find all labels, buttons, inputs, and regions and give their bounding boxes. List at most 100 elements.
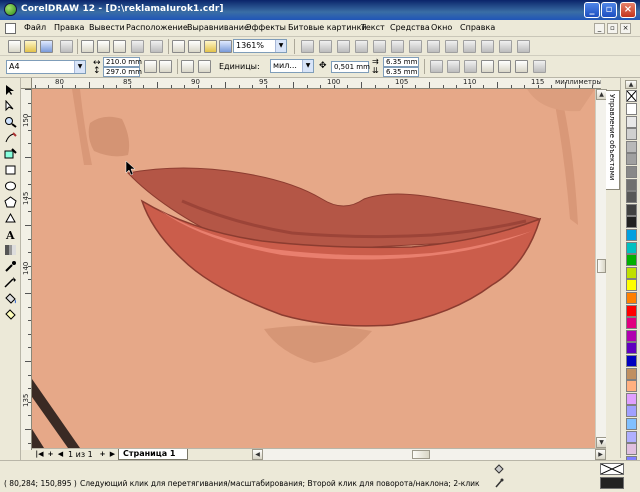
color-swatch[interactable] xyxy=(626,405,637,418)
no-fill-swatch[interactable] xyxy=(626,90,637,102)
options-icon[interactable] xyxy=(533,60,546,73)
page-height-field[interactable]: 297.0 mm xyxy=(103,67,142,77)
snap-guides-icon[interactable] xyxy=(319,40,332,53)
all-pages-icon[interactable] xyxy=(181,60,194,73)
nudge-field[interactable]: 0,501 mm xyxy=(331,61,370,73)
object-manager-docker-tab[interactable]: Управление объектами xyxy=(606,90,620,190)
color-swatch[interactable] xyxy=(626,178,637,191)
drawing-canvas[interactable] xyxy=(32,89,595,448)
fill-status-icon[interactable] xyxy=(494,464,504,474)
palette-scroll-up-button[interactable]: ▲ xyxy=(625,80,637,89)
copy-icon[interactable] xyxy=(97,40,110,53)
doc-restore-button[interactable]: ▫ xyxy=(607,23,618,34)
distribute-icon[interactable] xyxy=(481,40,494,53)
vertical-scrollbar[interactable]: ▲ ▼ xyxy=(595,89,607,448)
current-page-icon[interactable] xyxy=(198,60,211,73)
smart-fill-icon[interactable] xyxy=(4,148,17,160)
page-width-field[interactable]: 210.0 mm xyxy=(103,57,142,67)
minimize-button[interactable]: _ xyxy=(584,2,600,18)
color-swatch[interactable] xyxy=(626,355,637,367)
align-right-icon[interactable] xyxy=(409,40,422,53)
outline-status-icon[interactable] xyxy=(494,478,504,488)
horizontal-scroll-thumb[interactable] xyxy=(412,450,430,459)
chevron-down-icon[interactable]: ▼ xyxy=(302,60,313,72)
horizontal-scrollbar[interactable]: ◀ ▶ xyxy=(252,448,606,460)
paper-size-combo[interactable]: A4 ▼ xyxy=(6,60,86,74)
lips-illustration[interactable] xyxy=(32,89,595,448)
rectangle-tool-icon[interactable] xyxy=(4,164,17,176)
color-swatch[interactable] xyxy=(626,329,637,342)
align-left-icon[interactable] xyxy=(373,40,386,53)
next-page-button[interactable]: ▶ xyxy=(108,450,117,459)
undo-icon[interactable] xyxy=(131,40,144,53)
previous-page-button[interactable]: ◀ xyxy=(56,450,65,459)
maximize-button[interactable]: ▫ xyxy=(601,2,617,18)
cut-icon[interactable] xyxy=(81,40,94,53)
align-middle-icon[interactable] xyxy=(445,40,458,53)
color-swatch[interactable] xyxy=(626,153,637,166)
horizontal-ruler[interactable]: 80 85 90 95 100 105 110 115 миллиметры xyxy=(21,78,601,89)
color-swatch[interactable] xyxy=(626,254,637,267)
application-launcher-icon[interactable] xyxy=(204,40,217,53)
treat-as-filled-icon[interactable] xyxy=(498,60,511,73)
snap-to-guidelines-icon[interactable] xyxy=(447,60,460,73)
align-top-icon[interactable] xyxy=(427,40,440,53)
chevron-down-icon[interactable]: ▼ xyxy=(74,61,85,73)
scroll-left-button[interactable]: ◀ xyxy=(252,449,263,460)
color-swatch[interactable] xyxy=(626,266,637,279)
color-swatch[interactable] xyxy=(626,229,637,241)
freehand-tool-icon[interactable] xyxy=(4,132,17,144)
menu-edit[interactable]: Правка xyxy=(54,23,84,32)
portrait-icon[interactable] xyxy=(144,60,157,73)
color-swatch[interactable] xyxy=(626,279,637,292)
color-swatch[interactable] xyxy=(626,140,637,153)
page-tab[interactable]: Страница 1 xyxy=(118,449,188,460)
dynamic-guides-icon[interactable] xyxy=(355,40,368,53)
color-swatch[interactable] xyxy=(626,292,637,304)
dynamic-guides-toggle-icon[interactable] xyxy=(481,60,494,73)
menu-effects[interactable]: Эффекты xyxy=(246,23,286,32)
color-swatch[interactable] xyxy=(626,103,637,115)
ruler-origin[interactable] xyxy=(21,78,32,89)
ungroup-icon[interactable] xyxy=(517,40,530,53)
fill-color-indicator[interactable] xyxy=(600,463,624,475)
basic-shapes-icon[interactable] xyxy=(4,212,17,224)
snap-grid-icon[interactable] xyxy=(301,40,314,53)
menu-help[interactable]: Справка xyxy=(460,23,495,32)
polygon-tool-icon[interactable] xyxy=(4,196,17,208)
color-swatch[interactable] xyxy=(626,304,637,317)
outline-color-indicator[interactable] xyxy=(600,477,624,489)
interactive-fill-icon[interactable] xyxy=(4,308,17,320)
snap-to-objects-icon[interactable] xyxy=(464,60,477,73)
eyedropper-icon[interactable] xyxy=(4,260,17,272)
menu-view[interactable]: Вывести xyxy=(89,23,125,32)
zoom-combo[interactable]: 1361% ▼ xyxy=(233,39,287,53)
color-swatch[interactable] xyxy=(626,166,637,178)
fill-tool-icon[interactable] xyxy=(4,292,17,304)
outline-tool-icon[interactable] xyxy=(4,276,17,288)
scroll-right-button[interactable]: ▶ xyxy=(595,449,606,460)
chevron-down-icon[interactable]: ▼ xyxy=(275,40,286,52)
align-bottom-icon[interactable] xyxy=(463,40,476,53)
add-page-after-button[interactable]: + xyxy=(98,450,107,459)
landscape-icon[interactable] xyxy=(159,60,172,73)
first-page-button[interactable]: |◀ xyxy=(35,450,44,459)
ellipse-tool-icon[interactable] xyxy=(4,180,17,192)
menu-window[interactable]: Окно xyxy=(431,23,452,32)
redo-icon[interactable] xyxy=(150,40,163,53)
draw-fill-icon[interactable] xyxy=(515,60,528,73)
pick-tool-icon[interactable] xyxy=(4,84,17,96)
save-icon[interactable] xyxy=(40,40,53,53)
color-swatch[interactable] xyxy=(626,342,637,355)
color-swatch[interactable] xyxy=(626,430,637,443)
import-icon[interactable] xyxy=(172,40,185,53)
color-swatch[interactable] xyxy=(626,115,637,128)
snap-to-grid-icon[interactable] xyxy=(430,60,443,73)
text-tool-icon[interactable]: A xyxy=(4,228,17,240)
close-button[interactable]: × xyxy=(620,2,636,18)
color-swatch[interactable] xyxy=(626,203,637,216)
menu-layout[interactable]: Расположение xyxy=(126,23,188,32)
color-swatch[interactable] xyxy=(626,241,637,254)
doc-minimize-button[interactable]: _ xyxy=(594,23,605,34)
units-combo[interactable]: мил... ▼ xyxy=(270,59,314,73)
